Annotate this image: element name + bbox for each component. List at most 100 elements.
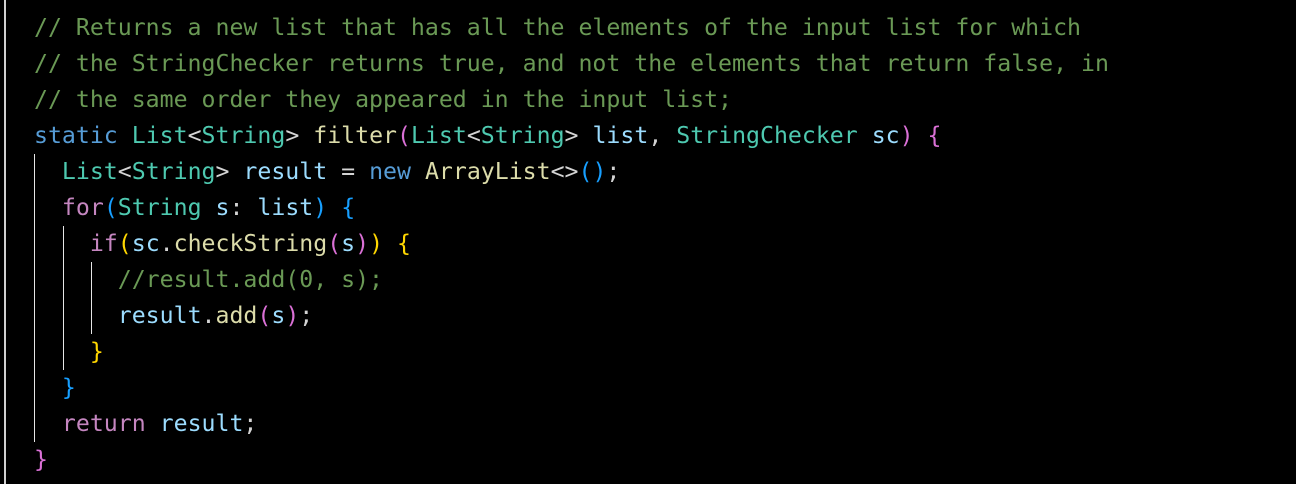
code-token: { bbox=[341, 194, 356, 221]
code-line[interactable]: for(String s: list) { bbox=[34, 190, 1109, 226]
code-token: > bbox=[215, 158, 244, 185]
code-token: ) bbox=[355, 230, 370, 257]
code-token: // the StringChecker returns true, and n… bbox=[34, 50, 1109, 77]
code-token: filter bbox=[313, 122, 397, 149]
code-line[interactable]: return result; bbox=[34, 406, 1109, 442]
code-token: ) bbox=[899, 122, 914, 149]
code-line[interactable]: } bbox=[34, 442, 1109, 478]
editor-left-border bbox=[4, 0, 6, 484]
code-token: } bbox=[34, 446, 48, 473]
code-token: String bbox=[117, 194, 202, 221]
code-token: ; bbox=[606, 158, 621, 185]
indent-guide bbox=[34, 226, 35, 262]
indent-guide bbox=[34, 154, 35, 190]
code-token: list bbox=[257, 194, 314, 221]
code-token: { bbox=[927, 122, 942, 149]
code-line[interactable]: List<String> result = new ArrayList<>(); bbox=[34, 154, 1109, 190]
code-line[interactable]: // the StringChecker returns true, and n… bbox=[34, 46, 1109, 82]
code-line[interactable]: result.add(s); bbox=[34, 298, 1109, 334]
code-token: String bbox=[131, 158, 216, 185]
code-token: . bbox=[201, 302, 216, 329]
code-token: s bbox=[341, 230, 356, 257]
code-token: ; bbox=[243, 410, 258, 437]
indent-guide bbox=[34, 262, 35, 298]
code-token: ( bbox=[327, 230, 342, 257]
code-token: ( bbox=[117, 230, 132, 257]
code-token: new bbox=[369, 158, 411, 185]
code-token: sc bbox=[871, 122, 900, 149]
code-token: // the same order they appeared in the i… bbox=[34, 86, 733, 113]
code-token: } bbox=[89, 338, 104, 365]
code-token: : bbox=[229, 194, 258, 221]
indent-guide bbox=[34, 334, 35, 370]
code-line[interactable]: } bbox=[34, 334, 1109, 370]
code-token: sc bbox=[131, 230, 160, 257]
code-line[interactable]: } bbox=[34, 370, 1109, 406]
code-token: < bbox=[466, 122, 481, 149]
code-token: result bbox=[117, 302, 202, 329]
code-token: if bbox=[89, 230, 118, 257]
code-line[interactable]: static List<String> filter(List<String> … bbox=[34, 118, 1109, 154]
code-token: s bbox=[215, 194, 230, 221]
code-token: //result.add(0, s); bbox=[117, 266, 384, 293]
code-token: ( bbox=[257, 302, 272, 329]
code-token: for bbox=[61, 194, 104, 221]
code-token: result bbox=[243, 158, 328, 185]
indent-guide bbox=[34, 298, 35, 334]
indent-guide bbox=[63, 334, 64, 370]
code-line[interactable]: if(sc.checkString(s)) { bbox=[34, 226, 1109, 262]
code-token: ) bbox=[313, 194, 328, 221]
code-token: () bbox=[578, 158, 607, 185]
code-token: static bbox=[34, 122, 118, 149]
code-token: list bbox=[592, 122, 649, 149]
code-token: ) bbox=[285, 302, 300, 329]
code-line[interactable]: // the same order they appeared in the i… bbox=[34, 82, 1109, 118]
code-token: > bbox=[564, 122, 593, 149]
indent-guide bbox=[91, 262, 92, 298]
indent-guide bbox=[34, 406, 35, 442]
code-token: } bbox=[61, 374, 76, 401]
code-token: { bbox=[397, 230, 411, 257]
code-token: ; bbox=[299, 302, 314, 329]
code-token: return bbox=[61, 410, 146, 437]
code-token: <> bbox=[550, 158, 579, 185]
indent-guide bbox=[63, 262, 64, 298]
indent-guide bbox=[91, 298, 92, 334]
code-token: ) bbox=[369, 230, 384, 257]
code-token: , bbox=[648, 122, 677, 149]
code-token: < bbox=[187, 122, 202, 149]
code-token: String bbox=[480, 122, 565, 149]
code-token: > bbox=[285, 122, 314, 149]
code-token: ( bbox=[397, 122, 411, 149]
code-token: StringChecker bbox=[676, 122, 858, 149]
code-line[interactable]: // Returns a new list that has all the e… bbox=[34, 10, 1109, 46]
code-token: List bbox=[410, 122, 467, 149]
indent-guide bbox=[63, 298, 64, 334]
code-token: result bbox=[159, 410, 244, 437]
code-token: . bbox=[159, 230, 174, 257]
code-token: // Returns a new list that has all the e… bbox=[34, 14, 1082, 41]
code-token: s bbox=[271, 302, 286, 329]
code-token: List bbox=[61, 158, 118, 185]
code-token: = bbox=[327, 158, 370, 185]
code-token: List bbox=[131, 122, 188, 149]
code-line[interactable]: //result.add(0, s); bbox=[34, 262, 1109, 298]
code-token: ArrayList bbox=[424, 158, 551, 185]
code-editor[interactable]: // Returns a new list that has all the e… bbox=[34, 10, 1109, 478]
